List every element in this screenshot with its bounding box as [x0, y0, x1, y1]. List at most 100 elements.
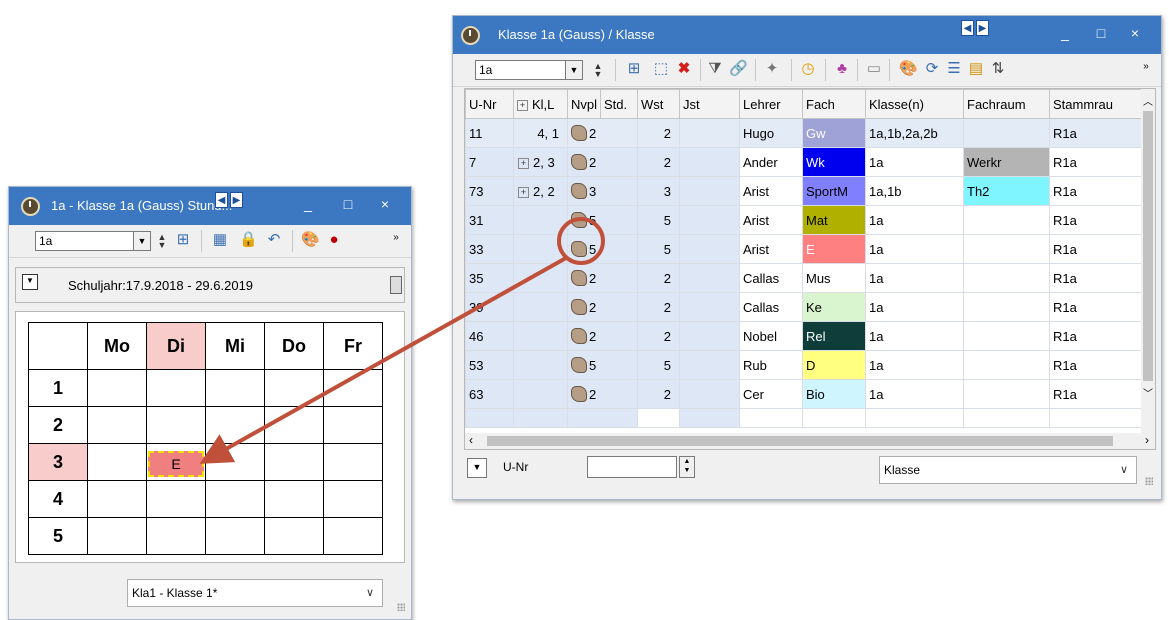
table-row[interactable]: 73 +2, 2 3 3 Arist SportM 1a,1b Th2 R1a	[465, 176, 1144, 206]
timetable-cell[interactable]	[323, 369, 383, 407]
lesson-block[interactable]: E	[148, 451, 204, 477]
timetable-cell[interactable]	[264, 406, 324, 444]
next-arrow-icon[interactable]: ▶	[230, 192, 243, 208]
pin-icon[interactable]: ●	[325, 231, 343, 249]
column-header[interactable]: Lehrer	[739, 89, 803, 119]
timetable-cell[interactable]	[87, 406, 147, 444]
class-combo[interactable]: 1a ▼	[475, 60, 583, 80]
dropdown-toggle-icon[interactable]: ▼	[22, 274, 38, 290]
horizontal-scrollbar[interactable]: ‹ ›	[465, 433, 1155, 449]
column-header[interactable]: Fachraum	[963, 89, 1050, 119]
column-header[interactable]: U-Nr	[465, 89, 514, 119]
timetable-cell[interactable]	[323, 443, 383, 481]
refresh-icon[interactable]: ⟳	[923, 60, 941, 78]
timetable-cell[interactable]	[323, 406, 383, 444]
palette-icon[interactable]: 🎨	[899, 60, 918, 78]
hand-drag-icon[interactable]	[571, 154, 587, 170]
timetable-cell[interactable]: E	[146, 443, 206, 481]
timetable-cell[interactable]	[87, 517, 147, 555]
hand-drag-icon[interactable]	[571, 270, 587, 286]
hand-drag-icon[interactable]	[571, 183, 587, 199]
timetable-cell[interactable]	[264, 369, 324, 407]
minimize-button[interactable]: _	[298, 196, 318, 212]
title-bar[interactable]: 1a - Klasse 1a (Gauss) Stund... ◀ ▶ _ □ ×	[9, 187, 411, 225]
comment-icon[interactable]: ▭	[865, 60, 883, 78]
prev-arrow-icon[interactable]: ◀	[215, 192, 228, 208]
spin-arrows-icon[interactable]: ▲ ▼	[157, 233, 167, 250]
grid-expand-icon[interactable]: ⊞	[625, 60, 643, 78]
nvpl-cell[interactable]: 3	[567, 176, 638, 206]
search-input[interactable]	[587, 456, 677, 478]
nav-arrows[interactable]: ◀ ▶	[215, 192, 243, 208]
nvpl-cell[interactable]: 2	[567, 147, 638, 177]
chevron-down-icon[interactable]: ▼	[133, 232, 150, 250]
table-row[interactable]	[465, 408, 1144, 428]
scroll-left-icon[interactable]: ‹	[469, 433, 473, 447]
spin-arrows-icon[interactable]: ▲ ▼	[593, 62, 603, 79]
list-icon[interactable]: ☰	[945, 60, 963, 78]
nvpl-cell[interactable]: 5	[567, 234, 638, 264]
users-icon[interactable]: ♣	[833, 60, 851, 78]
hand-drag-icon[interactable]	[571, 125, 587, 141]
table-row[interactable]: 39 2 2 Callas Ke 1a R1a	[465, 292, 1144, 322]
undo-icon[interactable]: ↶	[265, 231, 283, 249]
scroll-right-icon[interactable]: ›	[1145, 433, 1149, 447]
nav-arrows[interactable]: ◀ ▶	[961, 20, 989, 36]
chevron-down-icon[interactable]: ∨	[366, 580, 374, 606]
overflow-icon[interactable]: »	[387, 229, 405, 247]
timetable-cell[interactable]	[323, 517, 383, 555]
timetable-cell[interactable]	[264, 517, 324, 555]
nvpl-cell[interactable]: 2	[567, 292, 638, 322]
table-row[interactable]: 7 +2, 3 2 2 Ander Wk 1a Werkr R1a	[465, 147, 1144, 177]
column-header[interactable]: Wst	[637, 89, 680, 119]
timetable-cell[interactable]	[264, 480, 324, 518]
column-header[interactable]: Std.	[600, 89, 638, 119]
timetable-cell[interactable]	[146, 480, 206, 518]
timetable-cell[interactable]	[87, 480, 147, 518]
nvpl-cell[interactable]: 2	[567, 263, 638, 293]
next-arrow-icon[interactable]: ▶	[976, 20, 989, 36]
overflow-icon[interactable]: »	[1137, 58, 1155, 76]
nvpl-cell[interactable]: 2	[567, 321, 638, 351]
table-row[interactable]: 46 2 2 Nobel Rel 1a R1a	[465, 321, 1144, 351]
lock-icon[interactable]: 🔒	[239, 231, 258, 249]
table-row[interactable]: 53 5 5 Rub D 1a R1a	[465, 350, 1144, 380]
hand-drag-icon[interactable]	[571, 212, 587, 228]
timetable-cell[interactable]	[146, 517, 206, 555]
timetable-cell[interactable]	[146, 369, 206, 407]
hand-drag-icon[interactable]	[571, 357, 587, 373]
close-button[interactable]: ×	[375, 196, 395, 212]
scroll-up-icon[interactable]: ︿	[1143, 93, 1153, 108]
column-header[interactable]: Stammrau	[1049, 89, 1144, 119]
title-bar[interactable]: Klasse 1a (Gauss) / Klasse ◀ ▶ _ □ ×	[453, 16, 1161, 54]
timetable-cell[interactable]	[205, 406, 265, 444]
table-row[interactable]: 35 2 2 Callas Mus 1a R1a	[465, 263, 1144, 293]
timetable-cell[interactable]	[87, 369, 147, 407]
hand-drag-icon[interactable]	[571, 241, 587, 257]
nvpl-cell[interactable]: 2	[567, 118, 638, 148]
column-header[interactable]: Klasse(n)	[865, 89, 964, 119]
palette-icon[interactable]: 🎨	[301, 231, 320, 249]
timetable-cell[interactable]	[323, 480, 383, 518]
view-select[interactable]: Klasse ∨	[879, 456, 1137, 484]
view-format-select[interactable]: Kla1 - Klasse 1* ∨	[127, 579, 383, 607]
table-row[interactable]: 11 4, 1 2 2 Hugo Gw 1a,1b,2a,2b R1a	[465, 118, 1144, 148]
chevron-down-icon[interactable]: ∨	[1120, 457, 1128, 483]
nvpl-cell[interactable]: 2	[567, 379, 638, 409]
resize-grip-icon[interactable]	[397, 603, 405, 611]
column-header[interactable]: Nvpl	[567, 89, 601, 119]
table-row[interactable]: 33 5 5 Arist E 1a R1a	[465, 234, 1144, 264]
scroll-down-icon[interactable]: ﹀	[1143, 385, 1153, 400]
report-icon[interactable]: ▤	[967, 60, 985, 78]
expand-icon[interactable]: +	[517, 99, 528, 111]
expand-icon[interactable]: +	[518, 157, 529, 169]
timetable-cell[interactable]	[87, 443, 147, 481]
wand-icon[interactable]: ✦	[763, 60, 781, 78]
export-icon[interactable]: ▦	[211, 231, 229, 249]
clock-icon[interactable]: ◷	[799, 60, 817, 78]
grid-expand-icon[interactable]: ⊞	[174, 231, 192, 249]
maximize-button[interactable]: □	[1091, 25, 1111, 41]
spin-arrows-icon[interactable]: ▲ ▼	[679, 456, 695, 478]
sort-icon[interactable]: ⇅	[989, 60, 1007, 78]
timetable-cell[interactable]	[146, 406, 206, 444]
